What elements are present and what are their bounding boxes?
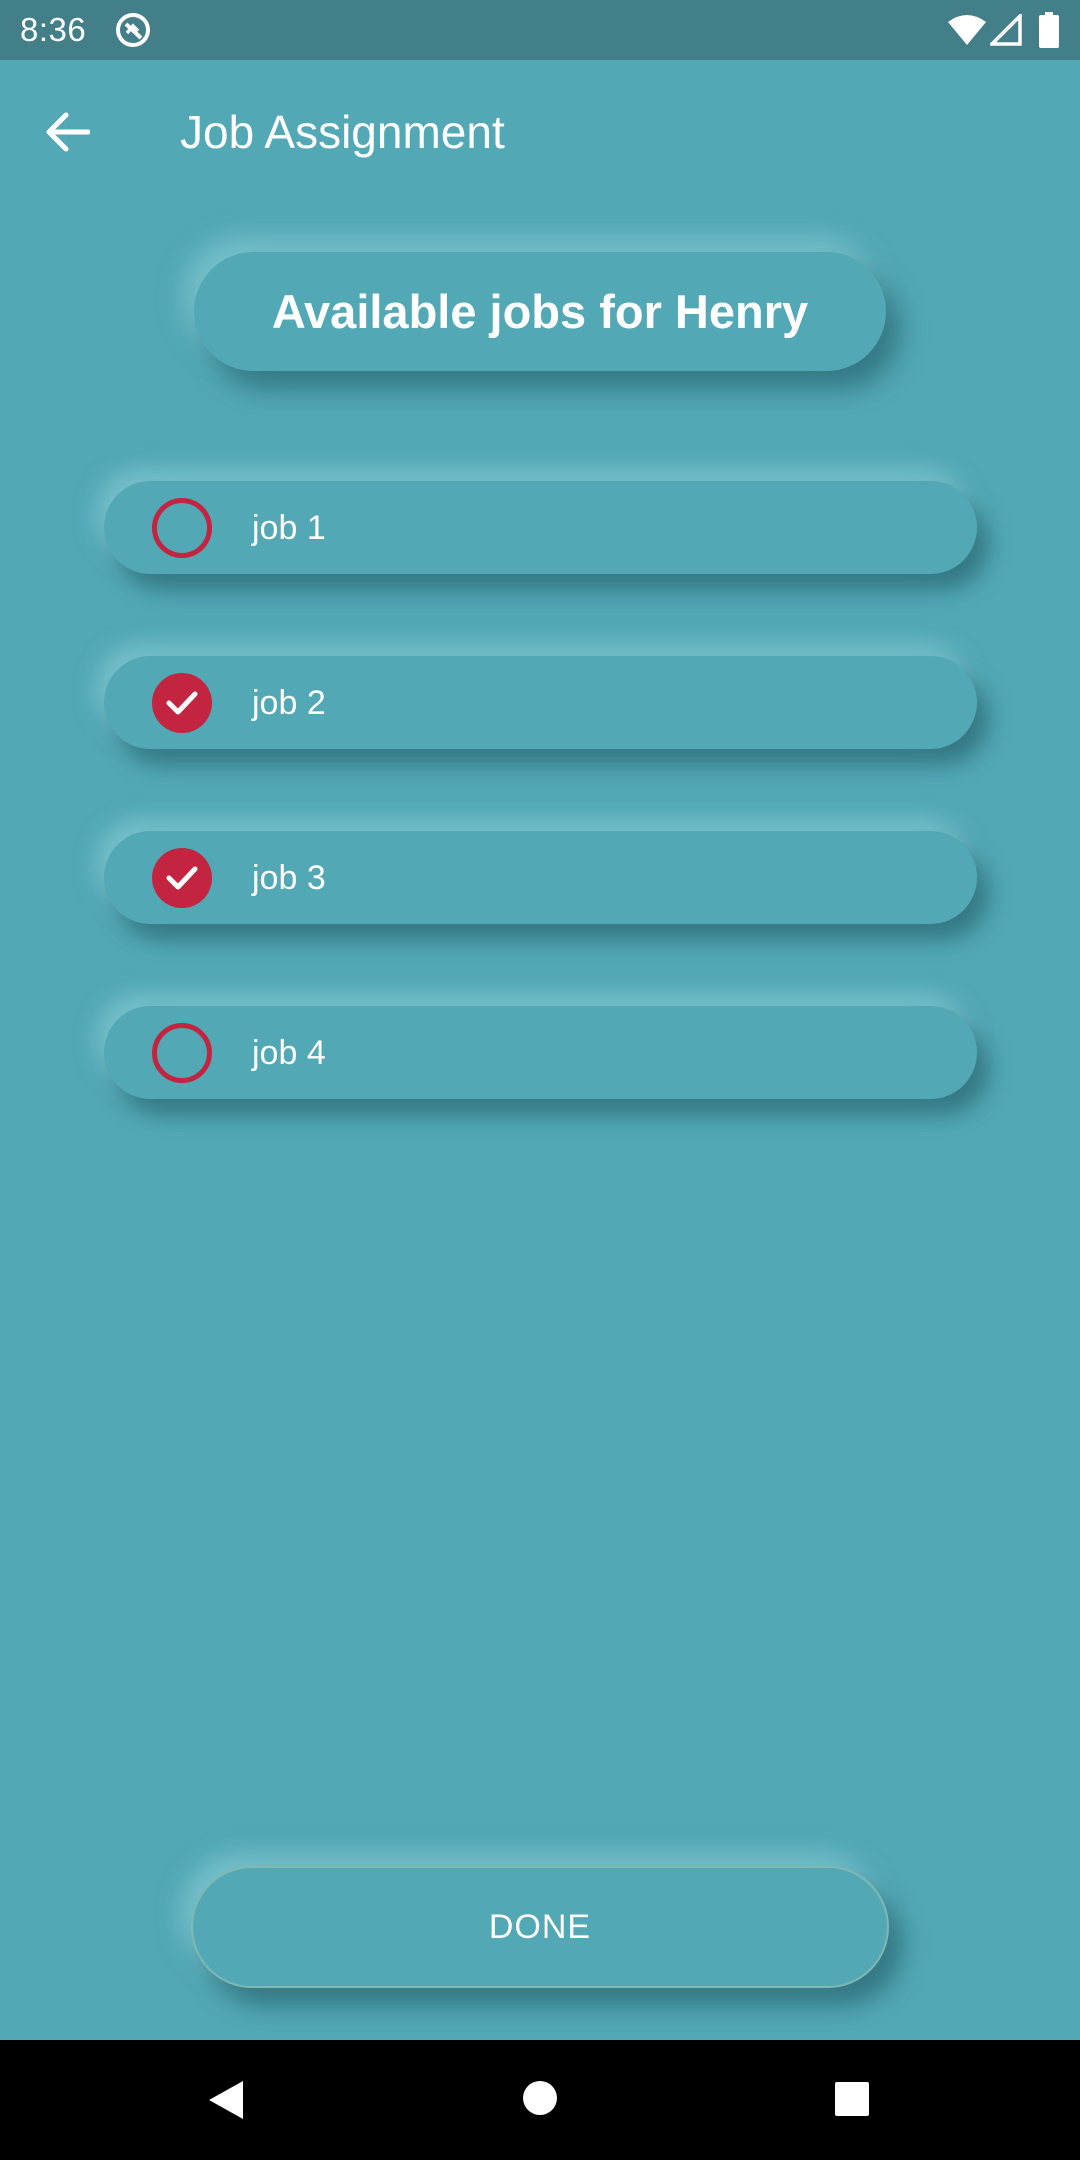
job-item-2[interactable]: job 2 bbox=[104, 656, 977, 749]
job-checkbox-2[interactable] bbox=[152, 673, 212, 733]
job-item-3[interactable]: job 3 bbox=[104, 831, 977, 924]
job-label-3: job 3 bbox=[252, 859, 326, 897]
job-item-1[interactable]: job 1 bbox=[104, 481, 977, 574]
done-button[interactable]: DONE bbox=[191, 1866, 889, 1988]
job-list: job 1 job 2 job 3 job 4 bbox=[0, 0, 1080, 1200]
job-label-2: job 2 bbox=[252, 684, 326, 722]
job-label-1: job 1 bbox=[252, 509, 326, 547]
nav-back-triangle-icon[interactable] bbox=[205, 2078, 249, 2122]
nav-home-circle-icon[interactable] bbox=[522, 2080, 558, 2116]
nav-recents-square-icon[interactable] bbox=[834, 2081, 870, 2117]
job-checkbox-3[interactable] bbox=[152, 848, 212, 908]
job-checkbox-1[interactable] bbox=[152, 498, 212, 558]
job-label-4: job 4 bbox=[252, 1034, 326, 1072]
nav-bar bbox=[0, 2040, 1080, 2160]
done-button-label: DONE bbox=[488, 1907, 592, 1946]
check-icon bbox=[166, 691, 198, 715]
check-icon bbox=[166, 866, 198, 890]
job-checkbox-4[interactable] bbox=[152, 1023, 212, 1083]
job-item-4[interactable]: job 4 bbox=[104, 1006, 977, 1099]
